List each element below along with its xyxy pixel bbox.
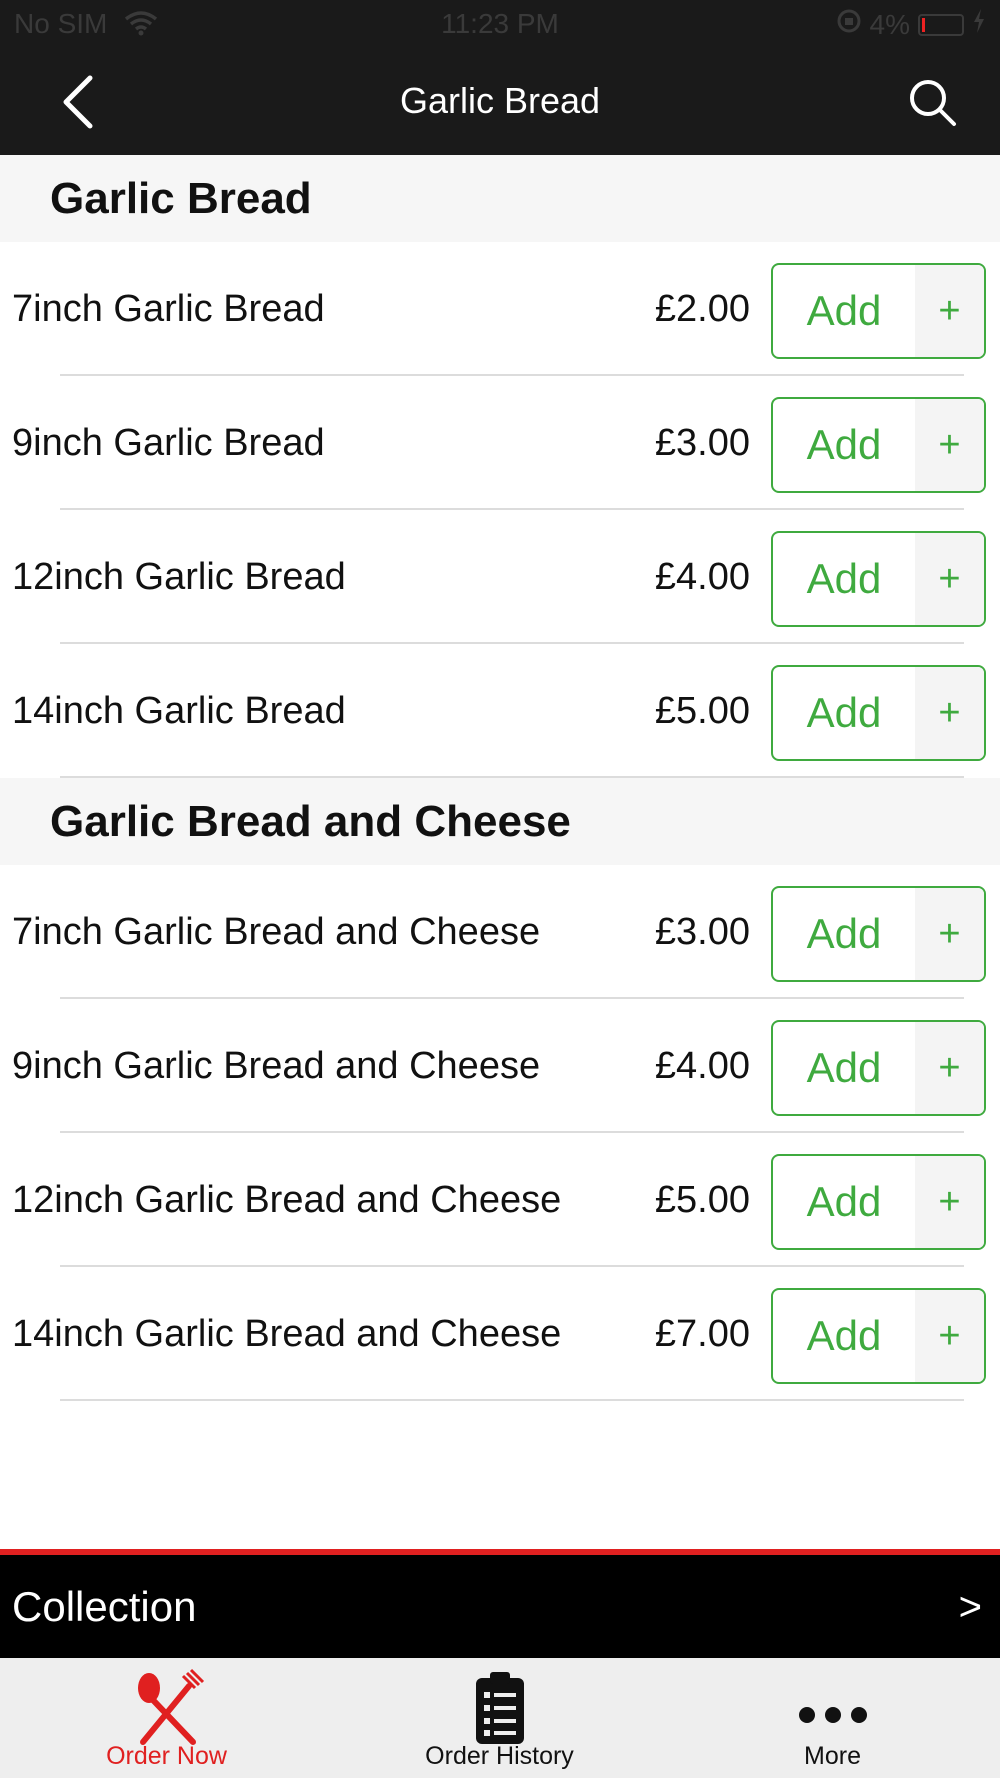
- menu-item-row: 9inch Garlic Bread £3.00 Add +: [0, 376, 1000, 510]
- item-price: £3.00: [654, 422, 750, 464]
- plus-icon: +: [915, 533, 984, 625]
- item-price: £4.00: [654, 556, 750, 598]
- plus-icon: +: [915, 1156, 984, 1248]
- menu-item-row: 12inch Garlic Bread £4.00 Add +: [0, 510, 1000, 644]
- charging-icon: [972, 8, 986, 41]
- add-button[interactable]: Add +: [771, 665, 986, 761]
- item-name: 14inch Garlic Bread: [12, 690, 346, 732]
- menu-item-row: 14inch Garlic Bread and Cheese £7.00 Add…: [0, 1267, 1000, 1401]
- item-price: £5.00: [654, 690, 750, 732]
- tab-more[interactable]: More: [666, 1658, 999, 1778]
- item-price: £7.00: [654, 1313, 750, 1355]
- add-button[interactable]: Add +: [771, 886, 986, 982]
- add-button[interactable]: Add +: [771, 1288, 986, 1384]
- item-name: 7inch Garlic Bread and Cheese: [12, 911, 541, 953]
- status-bar: No SIM 11:23 PM 4%: [0, 0, 1000, 50]
- navigation-bar: Garlic Bread: [0, 50, 1000, 155]
- section-title: Garlic Bread and Cheese: [50, 796, 571, 846]
- item-price: £2.00: [654, 288, 750, 330]
- item-name: 9inch Garlic Bread and Cheese: [12, 1045, 541, 1087]
- clipboard-list-icon: [475, 1672, 524, 1744]
- plus-icon: +: [915, 888, 984, 980]
- tab-label: More: [804, 1742, 861, 1770]
- add-button[interactable]: Add +: [771, 397, 986, 493]
- add-button[interactable]: Add +: [771, 1154, 986, 1250]
- item-name: 12inch Garlic Bread: [12, 556, 346, 598]
- add-button[interactable]: Add +: [771, 1020, 986, 1116]
- item-name: 9inch Garlic Bread: [12, 422, 325, 464]
- add-button-label: Add: [806, 1178, 882, 1225]
- search-button[interactable]: [906, 76, 960, 130]
- add-button-label: Add: [806, 421, 882, 468]
- plus-icon: +: [915, 1022, 984, 1114]
- row-divider: [60, 776, 964, 778]
- add-button-label: Add: [806, 1312, 882, 1359]
- add-button-label: Add: [806, 689, 882, 736]
- plus-icon: +: [915, 1290, 984, 1382]
- plus-icon: +: [915, 265, 984, 357]
- page-title: Garlic Bread: [399, 80, 601, 121]
- item-price: £5.00: [654, 1179, 750, 1221]
- add-button[interactable]: Add +: [771, 531, 986, 627]
- status-right: 4%: [836, 8, 986, 41]
- add-button[interactable]: Add +: [771, 263, 986, 359]
- chevron-right-icon: >: [958, 1585, 982, 1629]
- add-button-label: Add: [806, 1044, 882, 1091]
- tab-label: Order History: [425, 1742, 574, 1770]
- item-price: £4.00: [654, 1045, 750, 1087]
- battery-icon: [918, 13, 964, 36]
- orientation-lock-icon: [836, 8, 862, 41]
- tab-label: Order Now: [106, 1742, 227, 1770]
- menu-item-row: 14inch Garlic Bread £5.00 Add +: [0, 644, 1000, 778]
- section-title: Garlic Bread: [50, 173, 312, 223]
- add-button-label: Add: [806, 287, 882, 334]
- add-button-label: Add: [806, 910, 882, 957]
- plus-icon: +: [915, 667, 984, 759]
- section-header: Garlic Bread and Cheese: [0, 778, 1000, 865]
- item-name: 12inch Garlic Bread and Cheese: [12, 1179, 562, 1221]
- collection-bar[interactable]: Collection >: [0, 1555, 1000, 1658]
- search-icon: [910, 80, 956, 126]
- fork-knife-icon: [137, 1668, 204, 1745]
- battery-percent: 4%: [869, 8, 910, 40]
- collection-label: Collection: [12, 1583, 197, 1630]
- add-button-label: Add: [806, 555, 882, 602]
- item-price: £3.00: [654, 911, 750, 953]
- tab-order-now[interactable]: Order Now: [0, 1658, 333, 1778]
- item-name: 7inch Garlic Bread: [12, 288, 325, 330]
- more-dots-icon: [798, 1707, 867, 1723]
- plus-icon: +: [915, 399, 984, 491]
- row-divider: [60, 1399, 964, 1401]
- menu-item-row: 7inch Garlic Bread £2.00 Add +: [0, 242, 1000, 376]
- tab-order-history[interactable]: Order History: [333, 1658, 666, 1778]
- item-name: 14inch Garlic Bread and Cheese: [12, 1313, 562, 1355]
- menu-item-row: 7inch Garlic Bread and Cheese £3.00 Add …: [0, 865, 1000, 999]
- menu-list: Garlic Bread 7inch Garlic Bread £2.00 Ad…: [0, 155, 1000, 1401]
- section-header: Garlic Bread: [0, 155, 1000, 242]
- menu-item-row: 12inch Garlic Bread and Cheese £5.00 Add…: [0, 1133, 1000, 1267]
- tab-bar: Order Now Order History More: [0, 1658, 1000, 1778]
- menu-item-row: 9inch Garlic Bread and Cheese £4.00 Add …: [0, 999, 1000, 1133]
